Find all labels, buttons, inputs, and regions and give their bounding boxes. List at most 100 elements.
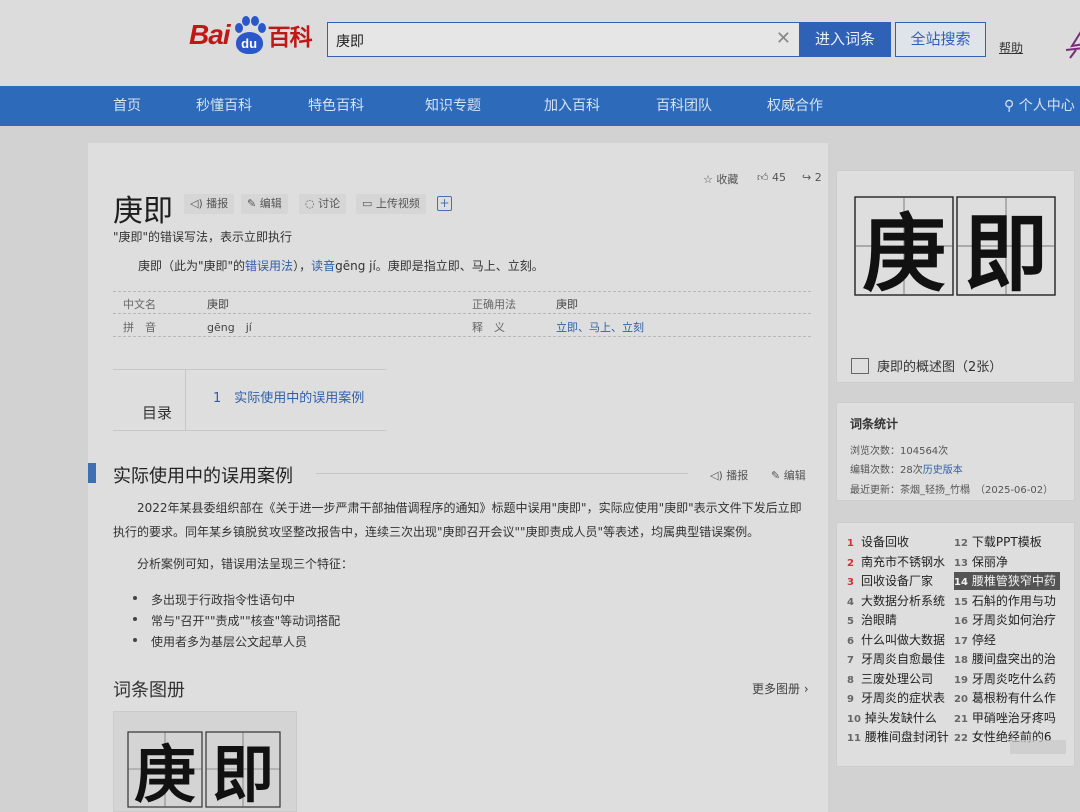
hot-title: 南充市不锈钢水 <box>861 554 946 569</box>
wrong-usage-link[interactable]: 错误用法 <box>245 259 293 273</box>
entry-stats: 词条统计 浏览次数：104564次 编辑次数：28次历史版本 最近更新：茶烟_轻… <box>836 402 1075 501</box>
hot-list-item[interactable]: 7 牙周炎自愈最佳 <box>847 650 953 668</box>
list-item-text: 常与"召开""责成""核查"等动词搭配 <box>151 614 341 628</box>
favorite-button[interactable]: ☆ 收藏 <box>703 171 738 187</box>
user-center-label: 个人中心 <box>1018 98 1075 114</box>
hot-list-item[interactable]: 14 腰椎管狭窄中药 <box>954 572 1060 590</box>
hot-list-item[interactable]: 2 南充市不锈钢水 <box>847 553 953 571</box>
user-center-link[interactable]: ⚲ 个人中心 <box>1004 86 1075 126</box>
overview-char-1: 庚 <box>862 204 946 303</box>
hot-rank: 1 <box>847 538 854 549</box>
hot-list: 1 设备回收 2 南充市不锈钢水 3 回收设备厂家 4 大数据分析系统 5 治眼睛 6 什么叫做大数据… <box>836 522 1075 767</box>
hot-title: 治眼睛 <box>861 613 898 627</box>
add-icon[interactable]: + <box>437 196 452 211</box>
hot-title: 甲硝唑治牙疼吗 <box>971 710 1056 725</box>
section-broadcast-button[interactable]: ◁) 播报 <box>710 467 748 483</box>
baidu-baike-logo[interactable]: Bai du 百科 <box>189 14 313 56</box>
hot-list-item[interactable]: 1 设备回收 <box>847 533 953 551</box>
like-button[interactable]: 👍︎ 45 <box>757 171 786 184</box>
hot-rank: 16 <box>954 616 968 627</box>
hot-title: 掉头发缺什么 <box>864 710 937 725</box>
upload-video-button[interactable]: ▭ 上传视频 <box>356 194 426 214</box>
section-edit-label: 编辑 <box>783 469 806 482</box>
hot-list-item[interactable]: 18 腰间盘突出的治 <box>954 650 1060 668</box>
infobox-divider <box>113 313 811 314</box>
section-title: 实际使用中的误用案例 <box>113 466 293 487</box>
hot-list-item[interactable]: 5 治眼睛 <box>847 611 953 629</box>
nav-join[interactable]: 加入百科 <box>544 86 600 126</box>
section-edit-button[interactable]: ✎ 编辑 <box>771 467 806 483</box>
nav-special[interactable]: 特色百科 <box>308 86 364 126</box>
album-title: 词条图册 <box>113 680 185 701</box>
help-link[interactable]: 帮助 <box>999 39 1023 56</box>
hot-rank: 7 <box>847 655 854 666</box>
album-thumbnail[interactable]: 庚 即 <box>113 711 297 812</box>
hot-title: 牙周炎自愈最佳 <box>861 652 946 666</box>
hot-title: 葛根粉有什么作 <box>971 691 1056 705</box>
nav-miaodong[interactable]: 秒懂百科 <box>196 86 252 126</box>
site-search-button[interactable]: 全站搜索 <box>895 22 986 57</box>
list-item-text: 多出现于行政指令性语句中 <box>151 593 296 607</box>
hot-title: 牙周炎吃什么药 <box>971 671 1056 686</box>
pronunciation-link[interactable]: 读音 <box>311 259 335 273</box>
hot-list-item[interactable]: 3 回收设备厂家 <box>847 572 953 590</box>
hot-list-item[interactable]: 8 三废处理公司 <box>847 670 953 688</box>
entry-subtitle: "庚即"的错误写法，表示立即执行 <box>113 230 293 244</box>
edit-button[interactable]: ✎ 编辑 <box>241 194 288 214</box>
hot-list-item[interactable]: 17 停经 <box>954 631 1060 649</box>
nav-topics[interactable]: 知识专题 <box>425 86 481 126</box>
discuss-button[interactable]: ◌ 讨论 <box>299 194 347 214</box>
hot-list-item[interactable]: 10 掉头发缺什么 <box>847 709 953 727</box>
hot-list-item[interactable]: 19 牙周炎吃什么药 <box>954 670 1060 688</box>
table-of-contents: 目录 1 实际使用中的误用案例 <box>113 369 386 431</box>
hot-list-item[interactable]: 11 腰椎间盘封闭针 <box>847 728 953 746</box>
clear-icon[interactable]: ✕ <box>776 28 791 49</box>
logo-baike: 百科 <box>267 25 313 51</box>
infobox-divider <box>113 291 811 292</box>
list-item: 常与"召开""责成""核查"等动词搭配 <box>132 612 341 629</box>
hot-title: 大数据分析系统 <box>861 593 946 608</box>
logo-du: du <box>235 32 263 54</box>
share-count: 2 <box>814 171 822 184</box>
info-label-meaning: 释 义 <box>472 321 505 334</box>
hot-list-item[interactable]: 13 保丽净 <box>954 553 1060 571</box>
share-button[interactable]: ↪ 2 <box>802 171 822 184</box>
hot-list-item[interactable]: 15 石斛的作用与功 <box>954 592 1060 610</box>
info-value-meaning[interactable]: 立即、马上、立刻 <box>556 319 644 335</box>
search-value: 庚即 <box>336 34 364 50</box>
hot-list-item[interactable]: 16 牙周炎如何治疗 <box>954 611 1060 629</box>
album-char-1: 庚 <box>134 738 196 811</box>
hot-list-item[interactable]: 9 牙周炎的症状表 <box>847 689 953 707</box>
hot-list-item[interactable]: 4 大数据分析系统 <box>847 592 953 610</box>
hot-rank: 6 <box>847 635 854 647</box>
hot-rank: 11 <box>847 733 861 744</box>
nav-team[interactable]: 百科团队 <box>656 86 712 126</box>
hot-rank: 22 <box>954 733 968 744</box>
nav-cooperation[interactable]: 权威合作 <box>767 86 823 126</box>
overview-image-card[interactable]: 庚 即 庚即的概述图（2张） <box>836 170 1075 383</box>
section-divider <box>316 473 688 474</box>
hot-list-item[interactable]: 21 甲硝唑治牙疼吗 <box>954 709 1060 727</box>
hot-list-item[interactable]: 20 葛根粉有什么作 <box>954 689 1060 707</box>
info-label-cn-name: 中文名 <box>123 298 156 311</box>
history-link[interactable]: 历史版本 <box>923 465 963 476</box>
broadcast-button[interactable]: ◁) 播报 <box>184 194 235 214</box>
hot-rank: 17 <box>954 635 968 647</box>
more-albums-link[interactable]: 更多图册 › <box>752 680 809 697</box>
stats-title: 词条统计 <box>850 417 899 431</box>
decoration-icon <box>1065 31 1080 59</box>
hot-rank: 14 <box>954 577 968 588</box>
overview-caption-text: 庚即的概述图（2张） <box>877 360 1003 375</box>
toc-item[interactable]: 1 实际使用中的误用案例 <box>213 387 364 406</box>
hot-list-item[interactable]: 12 下载PPT模板 <box>954 533 1060 551</box>
hot-title: 下载PPT模板 <box>971 535 1042 549</box>
info-label-pinyin: 拼 音 <box>123 321 156 334</box>
hot-rank: 18 <box>954 655 968 666</box>
section-marker <box>88 463 96 483</box>
hot-list-item[interactable]: 6 什么叫做大数据 <box>847 631 953 649</box>
search-input[interactable]: 庚即 ✕ <box>327 22 800 57</box>
overview-caption[interactable]: 庚即的概述图（2张） <box>851 356 1002 375</box>
hot-rank: 8 <box>847 674 854 686</box>
enter-entry-button[interactable]: 进入词条 <box>799 22 891 57</box>
nav-home[interactable]: 首页 <box>113 86 141 126</box>
